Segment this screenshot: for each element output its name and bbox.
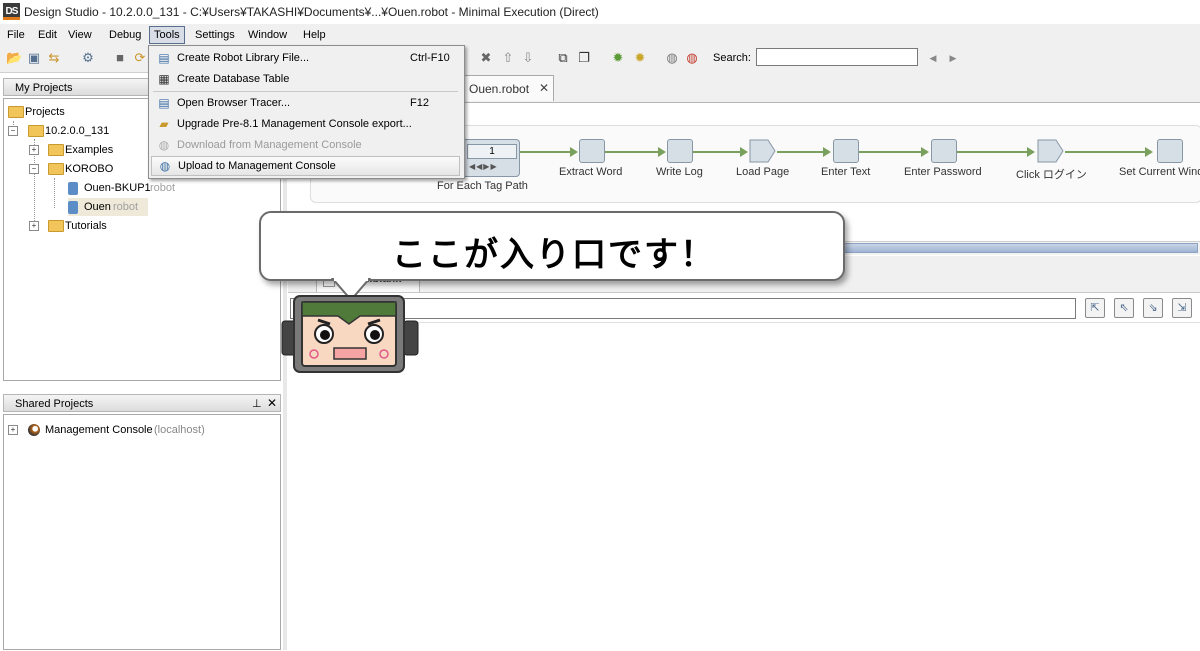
- step-enter-text[interactable]: [833, 139, 859, 163]
- menu-file[interactable]: File: [3, 27, 29, 43]
- step-load-page[interactable]: [749, 139, 777, 163]
- app-logo-icon: DS: [3, 3, 20, 20]
- callout-text: ここが入り口です！: [392, 235, 716, 275]
- robot-mascot-icon: [280, 294, 420, 374]
- tab-close-icon[interactable]: ✕: [539, 81, 549, 95]
- window-title: Design Studio - 10.2.0.0_131 - C:¥Users¥…: [24, 5, 599, 19]
- menu-item-upgrade-pre81-export[interactable]: ▰ Upgrade Pre-8.1 Management Console exp…: [151, 114, 460, 134]
- menu-bar: File Edit View Debug Tools Settings Wind…: [0, 24, 1200, 46]
- save-all-icon[interactable]: ▣: [26, 50, 42, 66]
- move-down-icon[interactable]: ⇩: [520, 50, 536, 66]
- step-label-extract-word: Extract Word: [559, 166, 623, 178]
- shared-projects-header: Shared Projects ⊥ ✕: [3, 394, 281, 412]
- search-prev-icon[interactable]: ◀: [925, 50, 941, 66]
- loop-nav-icon[interactable]: ◀◀▶▶: [469, 162, 498, 171]
- collapse-icon[interactable]: −: [8, 126, 18, 136]
- menu-item-download-from-management-console[interactable]: ◍ Download from Management Console: [151, 135, 460, 155]
- menu-item-open-browser-tracer[interactable]: ▤ Open Browser Tracer... F12: [151, 93, 460, 113]
- menu-debug[interactable]: Debug: [105, 27, 145, 43]
- close-icon[interactable]: ✕: [267, 396, 277, 410]
- paste-icon[interactable]: ❐: [576, 50, 592, 66]
- step-enter-password[interactable]: [931, 139, 957, 163]
- browser-content: [288, 322, 1200, 651]
- menu-window[interactable]: Window: [244, 27, 291, 43]
- database-table-icon: ▦: [158, 72, 170, 86]
- management-console-icon: [28, 424, 40, 436]
- callout-bubble: ここが入り口です！: [259, 211, 845, 281]
- tree-item-ouen[interactable]: Ouen robot: [68, 198, 148, 216]
- expand-icon[interactable]: +: [8, 425, 18, 435]
- step-label-write-log: Write Log: [656, 166, 703, 178]
- nav-down-right-icon[interactable]: ⇲: [1172, 298, 1192, 318]
- menu-item-create-robot-library-file[interactable]: ▤ Create Robot Library File... Ctrl-F10: [151, 48, 460, 68]
- tools-menu-dropdown: ▤ Create Robot Library File... Ctrl-F10 …: [148, 45, 465, 179]
- shared-projects-tree: + Management Console (localhost): [3, 414, 281, 650]
- shared-projects-title: Shared Projects: [15, 398, 94, 410]
- nav-down-icon[interactable]: ⇘: [1143, 298, 1163, 318]
- step-label-click-login: Click ログイン: [1016, 169, 1087, 181]
- debug-bug-icon[interactable]: ✹: [610, 50, 626, 66]
- upgrade-folder-icon: ▰: [159, 117, 169, 131]
- for-each-loop-step[interactable]: 1 ◀◀▶▶: [462, 139, 520, 177]
- upload-icon: ◍: [159, 159, 171, 173]
- nav-up-icon[interactable]: ⇖: [1114, 298, 1134, 318]
- folder-icon: [8, 106, 24, 118]
- open-folder-icon[interactable]: 📂: [6, 50, 22, 66]
- my-projects-title: My Projects: [15, 82, 73, 94]
- expand-icon[interactable]: +: [29, 221, 39, 231]
- menu-settings[interactable]: Settings: [191, 27, 239, 43]
- search-input[interactable]: [756, 48, 918, 66]
- menu-edit[interactable]: Edit: [34, 27, 61, 43]
- folder-icon: [28, 125, 44, 137]
- step-label-enter-password: Enter Password: [904, 166, 982, 178]
- move-up-icon[interactable]: ⇧: [500, 50, 516, 66]
- nav-up-left-icon[interactable]: ⇱: [1085, 298, 1105, 318]
- robot-icon: [68, 201, 78, 214]
- folder-icon: [48, 163, 64, 175]
- tree-item-tutorials[interactable]: + Tutorials: [29, 217, 229, 235]
- debug-step-icon[interactable]: ✹: [632, 50, 648, 66]
- download-icon: ◍: [158, 138, 170, 152]
- folder-icon: [48, 144, 64, 156]
- step-label-for-each-tag-path: For Each Tag Path: [437, 180, 528, 192]
- step-extract-word[interactable]: [579, 139, 605, 163]
- copy-icon[interactable]: ⧉: [555, 50, 571, 66]
- step-label-enter-text: Enter Text: [821, 166, 871, 178]
- menu-item-create-database-table[interactable]: ▦ Create Database Table: [151, 69, 460, 89]
- gear-icon[interactable]: ⚙: [80, 50, 96, 66]
- menu-item-upload-to-management-console[interactable]: ◍ Upload to Management Console: [151, 156, 460, 176]
- expand-icon[interactable]: +: [29, 145, 39, 155]
- step-click-login[interactable]: [1037, 139, 1065, 163]
- menu-view[interactable]: View: [64, 27, 96, 43]
- robot-library-icon: ▤: [158, 51, 170, 65]
- collapse-icon[interactable]: −: [29, 164, 39, 174]
- step-label-load-page: Load Page: [736, 166, 790, 178]
- refresh-icon[interactable]: ⇆: [46, 50, 62, 66]
- tab-ouen-robot[interactable]: Ouen.robot ✕: [458, 75, 554, 101]
- step-label-set-current-window: Set Current Wind: [1119, 166, 1200, 178]
- step-set-current-window[interactable]: [1157, 139, 1183, 163]
- menu-tools[interactable]: Tools: [149, 26, 185, 44]
- tree-item-ouen-bkup1[interactable]: Ouen-BKUP1 robot: [68, 179, 248, 197]
- browser-tracer-icon: ▤: [158, 96, 170, 110]
- menu-help[interactable]: Help: [299, 27, 330, 43]
- title-bar: DS Design Studio - 10.2.0.0_131 - C:¥Use…: [0, 0, 1200, 25]
- delete-icon[interactable]: ✖: [478, 50, 494, 66]
- loop-index: 1: [467, 144, 517, 159]
- robot-icon: [68, 182, 78, 195]
- upload-globe-icon[interactable]: ◍: [684, 50, 700, 66]
- tree-item-management-console[interactable]: + Management Console (localhost): [8, 421, 268, 439]
- search-label: Search:: [713, 52, 751, 64]
- reload-icon[interactable]: ⟳: [132, 50, 148, 66]
- stop-icon[interactable]: ■: [112, 50, 128, 66]
- globe-icon[interactable]: ◍: [664, 50, 680, 66]
- folder-icon: [48, 220, 64, 232]
- step-write-log[interactable]: [667, 139, 693, 163]
- search-next-icon[interactable]: ▶: [945, 50, 961, 66]
- pin-icon[interactable]: ⊥: [252, 397, 262, 410]
